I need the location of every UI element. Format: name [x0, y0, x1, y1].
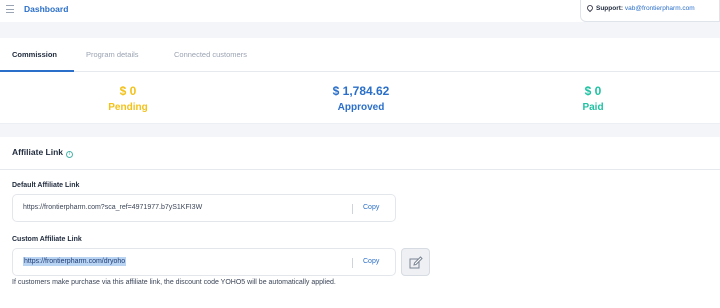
custom-link-label: Custom Affiliate Link: [12, 236, 82, 243]
affiliate-link-title: Affiliate Link: [12, 147, 64, 157]
tab-program-details[interactable]: Program details: [86, 50, 139, 59]
default-link-label: Default Affiliate Link: [12, 182, 80, 189]
pending-label: Pending: [108, 102, 148, 113]
stat-paid: $ 0 Paid: [513, 84, 673, 113]
approved-amount: $ 1,784.62: [332, 84, 390, 98]
section-divider: [0, 169, 720, 170]
paid-amount: $ 0: [584, 84, 602, 98]
location-pin-icon: [585, 3, 595, 13]
active-tab-indicator: [0, 70, 74, 72]
stat-pending: $ 0 Pending: [48, 84, 208, 113]
edit-icon: [409, 256, 423, 269]
tab-bar: Commission Program details Connected cus…: [0, 38, 720, 72]
field-separator: [352, 258, 353, 268]
affiliate-link-heading: Affiliate Link i: [12, 147, 74, 158]
support-box: Support: vab@frontierpharm.com: [580, 0, 720, 22]
affiliate-link-card: Affiliate Link i Default Affiliate Link h…: [0, 137, 720, 308]
top-bar: Dashboard Support: vab@frontierpharm.com: [0, 0, 720, 22]
menu-icon[interactable]: [6, 5, 14, 13]
custom-link-input[interactable]: https://frontierpharm.com/dryoho: [23, 257, 127, 266]
edit-custom-link-button[interactable]: [401, 248, 430, 276]
default-link-url[interactable]: https://frontierpharm.com?sca_ref=497197…: [23, 204, 202, 211]
page-title: Dashboard: [24, 4, 69, 14]
default-link-field: https://frontierpharm.com?sca_ref=497197…: [12, 194, 396, 222]
stat-approved: $ 1,784.62 Approved: [281, 84, 441, 113]
support-email-link[interactable]: vab@frontierpharm.com: [625, 5, 695, 12]
support-label: Support:: [596, 5, 624, 12]
tab-connected-customers[interactable]: Connected customers: [174, 50, 247, 59]
commission-card: Commission Program details Connected cus…: [0, 38, 720, 124]
info-icon[interactable]: i: [66, 151, 74, 158]
discount-note: If customers make purchase via this affi…: [12, 279, 336, 286]
field-separator: [352, 204, 353, 214]
copy-custom-link-button[interactable]: Copy: [363, 258, 379, 265]
pending-amount: $ 0: [119, 84, 137, 98]
paid-label: Paid: [582, 102, 604, 113]
tab-commission[interactable]: Commission: [12, 50, 57, 59]
custom-link-field: https://frontierpharm.com/dryoho Copy: [12, 248, 396, 276]
approved-label: Approved: [337, 102, 385, 113]
copy-default-link-button[interactable]: Copy: [363, 204, 379, 211]
